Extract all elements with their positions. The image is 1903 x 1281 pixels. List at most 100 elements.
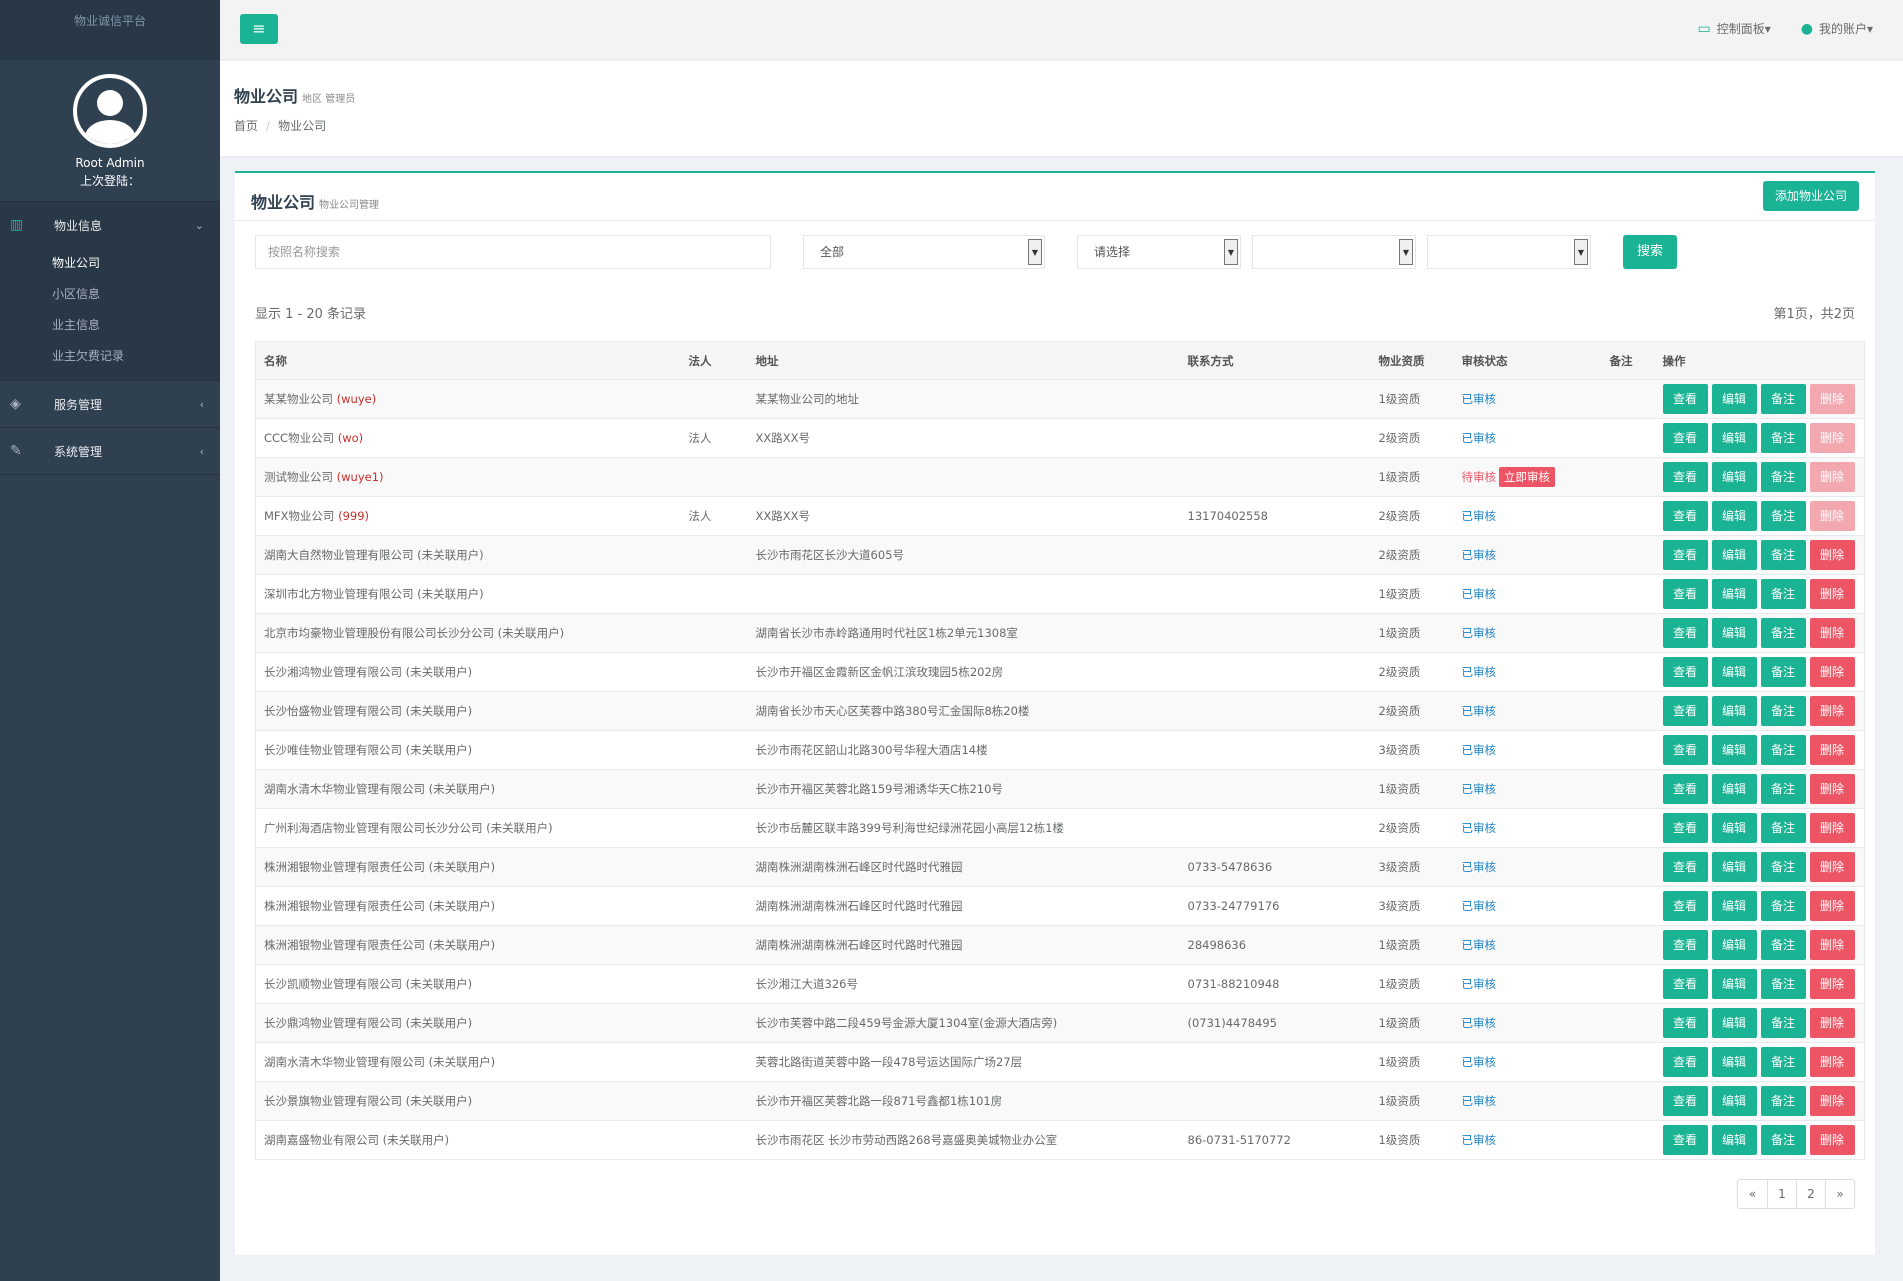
delete-button[interactable]: 删除: [1809, 423, 1855, 453]
edit-button[interactable]: 编辑: [1711, 1125, 1757, 1155]
note-button[interactable]: 备注: [1760, 735, 1806, 765]
edit-button[interactable]: 编辑: [1711, 891, 1757, 921]
note-button[interactable]: 备注: [1760, 969, 1806, 999]
note-button[interactable]: 备注: [1760, 579, 1806, 609]
sub-item-community-info[interactable]: 小区信息: [0, 279, 220, 310]
edit-button[interactable]: 编辑: [1711, 735, 1757, 765]
pager-next[interactable]: »: [1825, 1180, 1854, 1208]
view-button[interactable]: 查看: [1662, 618, 1708, 648]
view-button[interactable]: 查看: [1662, 696, 1708, 726]
note-button[interactable]: 备注: [1760, 657, 1806, 687]
delete-button[interactable]: 删除: [1809, 1047, 1855, 1077]
view-button[interactable]: 查看: [1662, 1125, 1708, 1155]
note-button[interactable]: 备注: [1760, 501, 1806, 531]
note-button[interactable]: 备注: [1760, 1047, 1806, 1077]
filter-select-3[interactable]: ▼: [1252, 235, 1416, 269]
delete-button[interactable]: 删除: [1809, 1125, 1855, 1155]
view-button[interactable]: 查看: [1662, 774, 1708, 804]
pager-prev[interactable]: «: [1738, 1180, 1767, 1208]
delete-button[interactable]: 删除: [1809, 462, 1855, 492]
edit-button[interactable]: 编辑: [1711, 501, 1757, 531]
nav-item-property-info[interactable]: ▥ 物业信息 ⌄: [0, 202, 220, 248]
nav-item-service-management[interactable]: ◈ 服务管理 ‹: [0, 381, 220, 427]
note-button[interactable]: 备注: [1760, 813, 1806, 843]
note-button[interactable]: 备注: [1760, 540, 1806, 570]
delete-button[interactable]: 删除: [1809, 735, 1855, 765]
breadcrumb-home[interactable]: 首页: [234, 119, 258, 133]
sub-item-owner-arrears[interactable]: 业主欠费记录: [0, 341, 220, 372]
delete-button[interactable]: 删除: [1809, 579, 1855, 609]
edit-button[interactable]: 编辑: [1711, 1047, 1757, 1077]
note-button[interactable]: 备注: [1760, 423, 1806, 453]
edit-button[interactable]: 编辑: [1711, 462, 1757, 492]
edit-button[interactable]: 编辑: [1711, 774, 1757, 804]
delete-button[interactable]: 删除: [1809, 1086, 1855, 1116]
avatar[interactable]: [73, 74, 147, 148]
name-search-input[interactable]: 按照名称搜索: [255, 235, 771, 269]
view-button[interactable]: 查看: [1662, 969, 1708, 999]
note-button[interactable]: 备注: [1760, 852, 1806, 882]
view-button[interactable]: 查看: [1662, 423, 1708, 453]
pager-page-1[interactable]: 1: [1767, 1180, 1796, 1208]
edit-button[interactable]: 编辑: [1711, 384, 1757, 414]
delete-button[interactable]: 删除: [1809, 696, 1855, 726]
note-button[interactable]: 备注: [1760, 384, 1806, 414]
filter-select-choose[interactable]: 请选择 ▼: [1077, 235, 1241, 269]
note-button[interactable]: 备注: [1760, 696, 1806, 726]
delete-button[interactable]: 删除: [1809, 384, 1855, 414]
note-button[interactable]: 备注: [1760, 1125, 1806, 1155]
nav-item-system-management[interactable]: ✎ 系统管理 ‹: [0, 428, 220, 474]
delete-button[interactable]: 删除: [1809, 852, 1855, 882]
delete-button[interactable]: 删除: [1809, 657, 1855, 687]
review-now-button[interactable]: 立即审核: [1499, 467, 1555, 487]
menu-toggle-button[interactable]: ≡: [240, 14, 278, 44]
filter-select-4[interactable]: ▼: [1427, 235, 1591, 269]
note-button[interactable]: 备注: [1760, 891, 1806, 921]
delete-button[interactable]: 删除: [1809, 540, 1855, 570]
edit-button[interactable]: 编辑: [1711, 813, 1757, 843]
edit-button[interactable]: 编辑: [1711, 423, 1757, 453]
view-button[interactable]: 查看: [1662, 579, 1708, 609]
view-button[interactable]: 查看: [1662, 813, 1708, 843]
edit-button[interactable]: 编辑: [1711, 579, 1757, 609]
edit-button[interactable]: 编辑: [1711, 657, 1757, 687]
view-button[interactable]: 查看: [1662, 852, 1708, 882]
note-button[interactable]: 备注: [1760, 618, 1806, 648]
view-button[interactable]: 查看: [1662, 657, 1708, 687]
view-button[interactable]: 查看: [1662, 735, 1708, 765]
search-button[interactable]: 搜索: [1623, 235, 1678, 269]
edit-button[interactable]: 编辑: [1711, 540, 1757, 570]
delete-button[interactable]: 删除: [1809, 618, 1855, 648]
dashboard-dropdown[interactable]: ▭ 控制面板▾: [1697, 20, 1770, 37]
view-button[interactable]: 查看: [1662, 1008, 1708, 1038]
edit-button[interactable]: 编辑: [1711, 969, 1757, 999]
edit-button[interactable]: 编辑: [1711, 852, 1757, 882]
view-button[interactable]: 查看: [1662, 930, 1708, 960]
view-button[interactable]: 查看: [1662, 1086, 1708, 1116]
sub-item-property-company[interactable]: 物业公司: [0, 248, 220, 279]
note-button[interactable]: 备注: [1760, 1086, 1806, 1116]
sub-item-owner-info[interactable]: 业主信息: [0, 310, 220, 341]
note-button[interactable]: 备注: [1760, 930, 1806, 960]
view-button[interactable]: 查看: [1662, 1047, 1708, 1077]
delete-button[interactable]: 删除: [1809, 774, 1855, 804]
view-button[interactable]: 查看: [1662, 462, 1708, 492]
delete-button[interactable]: 删除: [1809, 969, 1855, 999]
edit-button[interactable]: 编辑: [1711, 1086, 1757, 1116]
delete-button[interactable]: 删除: [1809, 1008, 1855, 1038]
note-button[interactable]: 备注: [1760, 1008, 1806, 1038]
edit-button[interactable]: 编辑: [1711, 696, 1757, 726]
add-company-button[interactable]: 添加物业公司: [1762, 181, 1859, 211]
view-button[interactable]: 查看: [1662, 540, 1708, 570]
note-button[interactable]: 备注: [1760, 462, 1806, 492]
delete-button[interactable]: 删除: [1809, 930, 1855, 960]
pager-page-2[interactable]: 2: [1796, 1180, 1825, 1208]
view-button[interactable]: 查看: [1662, 891, 1708, 921]
view-button[interactable]: 查看: [1662, 501, 1708, 531]
filter-select-all[interactable]: 全部 ▼: [803, 235, 1045, 269]
edit-button[interactable]: 编辑: [1711, 1008, 1757, 1038]
view-button[interactable]: 查看: [1662, 384, 1708, 414]
delete-button[interactable]: 删除: [1809, 813, 1855, 843]
delete-button[interactable]: 删除: [1809, 501, 1855, 531]
user-name[interactable]: Root Admin: [0, 156, 220, 170]
